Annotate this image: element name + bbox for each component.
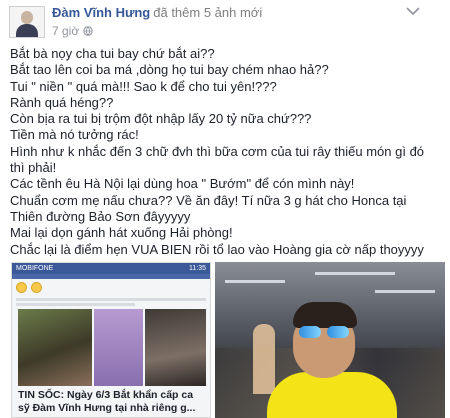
selfie-hair <box>293 302 357 328</box>
post-text-line: Mai lại dọn gánh hát xuống Hải phòng! <box>10 225 233 241</box>
chevron-down-icon[interactable] <box>406 6 420 16</box>
news-image-part <box>144 309 206 386</box>
emoji-icon <box>31 282 42 293</box>
post-header: Đàm Vĩnh Hưng đã thêm 5 ảnh mới <box>52 5 262 20</box>
photo-news-screenshot[interactable]: MOBIFONE 11:35 TIN SỐC: Ngày 6/3 Bắt khẩ… <box>11 262 211 418</box>
post-timestamp[interactable]: 7 giờ <box>52 24 79 38</box>
text-placeholder-line <box>16 298 206 301</box>
post-text-line: Tiền mà nó tưởng rác! <box>10 127 139 143</box>
ceiling-light <box>315 272 395 275</box>
post-action: đã thêm 5 ảnh mới <box>153 5 263 20</box>
avatar[interactable] <box>9 6 45 38</box>
news-image-part <box>93 309 143 386</box>
phone-clock: 11:35 <box>189 265 206 272</box>
post-meta: 7 giờ <box>52 24 93 38</box>
sunglasses <box>299 326 351 338</box>
globe-icon <box>83 26 93 36</box>
post-text-line: thì phải! <box>10 160 57 176</box>
post-text-line: Rành quá héng?? <box>10 94 114 110</box>
post-text-line: Chắc lại là điểm hẹn VUA BIEN rồi tổ lao… <box>10 241 424 257</box>
post-text-line: Hình như k nhắc đến 3 chữ đvh thì bữa cơ… <box>10 143 425 159</box>
news-image-part <box>18 309 92 386</box>
author-name[interactable]: Đàm Vĩnh Hưng <box>52 5 150 20</box>
avatar-head <box>21 11 33 24</box>
facebook-post: Đàm Vĩnh Hưng đã thêm 5 ảnh mới 7 giờ Bắt… <box>0 0 450 418</box>
background-person <box>253 324 275 394</box>
post-text-line: Bắt bà nọy cha tui bay chứ bắt ai?? <box>10 46 215 61</box>
emoji-icon <box>16 282 27 293</box>
photo-grid: MOBIFONE 11:35 TIN SỐC: Ngày 6/3 Bắt khẩ… <box>11 262 445 418</box>
post-text-line: Thiên đường Bảo Sơn đâyyyyy <box>10 208 191 224</box>
post-text-line: Còn bịa ra tui bị trộm đột nhập lấy 20 t… <box>10 111 312 127</box>
news-headline-line: sỹ Đàm Vĩnh Hưng tại nhà riêng g... <box>18 401 196 414</box>
sunglasses-lens <box>327 326 349 338</box>
news-image <box>18 309 206 386</box>
post-text-line: Các tềnh êu Hà Nội lại dùng hoa " Bướm" … <box>10 176 355 192</box>
post-text-line: Chuẩn cơm mẹ nấu chưa?? Về ăn đây! Tí nữ… <box>10 192 407 208</box>
news-headline: TIN SỐC: Ngày 6/3 Bắt khẩn cấp ca sỹ Đàm… <box>18 389 208 414</box>
news-headline-line: TIN SỐC: Ngày 6/3 Bắt khẩn cấp ca <box>18 389 194 401</box>
ceiling-light <box>375 290 435 293</box>
phone-status-bar: MOBIFONE 11:35 <box>12 263 210 274</box>
carrier-name: MOBIFONE <box>16 265 54 272</box>
photo-selfie[interactable] <box>215 262 445 418</box>
reaction-row <box>12 279 210 296</box>
yellow-shirt <box>267 372 397 418</box>
avatar-body <box>16 24 38 37</box>
post-text-line: Bắt tao lên coi ba má ,dòng họ tui bay c… <box>10 62 329 78</box>
post-text-line: Tui " niền " quá mà!!! Sao k để cho tui … <box>10 78 277 94</box>
ceiling-light <box>225 280 285 283</box>
sunglasses-lens <box>299 326 321 338</box>
text-placeholder-line <box>16 303 135 306</box>
post-text: Bắt bà nọy cha tui bay chứ bắt ai?? Bắt … <box>10 46 442 258</box>
